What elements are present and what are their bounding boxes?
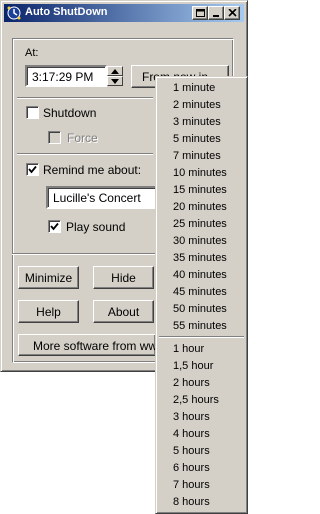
shutdown-checkbox[interactable] — [26, 106, 39, 119]
menu-item-minutes[interactable]: 15 minutes — [173, 184, 227, 196]
hide-button[interactable]: Hide — [93, 266, 154, 289]
menu-item-hours[interactable]: 1 hour — [173, 343, 204, 355]
reminder-text-input[interactable]: Lucille's Concert — [46, 186, 158, 209]
menu-item-hours[interactable]: 8 hours — [173, 496, 210, 508]
menu-item-minutes[interactable]: 55 minutes — [173, 320, 227, 332]
menu-item-hours[interactable]: 2 hours — [173, 377, 210, 389]
force-checkbox — [48, 131, 61, 144]
menu-separator — [159, 336, 244, 338]
divider — [17, 153, 153, 155]
shutdown-label: Shutdown — [43, 106, 97, 120]
menu-item-hours[interactable]: 4 hours — [173, 428, 210, 440]
close-icon — [228, 9, 237, 17]
menu-item-hours[interactable]: 1,5 hour — [173, 360, 213, 372]
menu-item-minutes[interactable]: 10 minutes — [173, 167, 227, 179]
menu-item-minutes[interactable]: 50 minutes — [173, 303, 227, 315]
minimize-icon — [213, 15, 219, 17]
from-now-dropdown-menu: 1 minute 2 minutes 3 minutes 5 minutes 7… — [155, 76, 248, 514]
menu-item-hours[interactable]: 7 hours — [173, 479, 210, 491]
at-label: At: — [25, 47, 39, 59]
play-sound-label: Play sound — [66, 220, 126, 234]
remind-checkbox[interactable] — [26, 163, 39, 176]
about-button[interactable]: About — [93, 300, 154, 323]
remind-label: Remind me about: — [43, 163, 142, 177]
minimize-window-button[interactable] — [208, 6, 224, 20]
menu-item-hours[interactable]: 6 hours — [173, 462, 210, 474]
checkmark-icon — [50, 222, 59, 231]
play-sound-checkbox[interactable] — [48, 220, 61, 233]
more-software-button[interactable]: More software from www.lis — [18, 334, 156, 356]
menu-item-hours[interactable]: 5 hours — [173, 445, 210, 457]
time-spin-up[interactable] — [107, 66, 123, 76]
help-button[interactable]: Help — [18, 300, 79, 323]
menu-item-minutes[interactable]: 20 minutes — [173, 201, 227, 213]
menu-item-minutes[interactable]: 7 minutes — [173, 150, 221, 162]
checkmark-icon — [28, 165, 37, 174]
menu-item-hours[interactable]: 2,5 hours — [173, 394, 219, 406]
menu-item-minutes[interactable]: 1 minute — [173, 82, 215, 94]
menu-item-minutes[interactable]: 3 minutes — [173, 116, 221, 128]
menu-item-minutes[interactable]: 25 minutes — [173, 218, 227, 230]
arrow-down-icon — [111, 79, 119, 84]
time-spin-down[interactable] — [107, 76, 123, 86]
window-title: Auto ShutDown — [25, 6, 108, 18]
menu-item-minutes[interactable]: 45 minutes — [173, 286, 227, 298]
minimize-button[interactable]: Minimize — [18, 266, 79, 289]
divider — [12, 253, 156, 255]
divider — [17, 97, 153, 99]
arrow-up-icon — [111, 69, 119, 74]
maximize-icon — [196, 9, 205, 17]
menu-item-hours[interactable]: 3 hours — [173, 411, 210, 423]
menu-item-minutes[interactable]: 35 minutes — [173, 252, 227, 264]
menu-item-minutes[interactable]: 40 minutes — [173, 269, 227, 281]
close-window-button[interactable] — [224, 6, 240, 20]
menu-item-minutes[interactable]: 5 minutes — [173, 133, 221, 145]
app-icon — [6, 5, 22, 21]
force-label: Force — [67, 131, 98, 145]
time-input[interactable]: 3:17:29 PM — [25, 65, 107, 87]
menu-item-minutes[interactable]: 2 minutes — [173, 99, 221, 111]
title-bar[interactable]: Auto ShutDown — [4, 4, 244, 22]
maximize-window-button[interactable] — [192, 6, 208, 20]
menu-item-minutes[interactable]: 30 minutes — [173, 235, 227, 247]
